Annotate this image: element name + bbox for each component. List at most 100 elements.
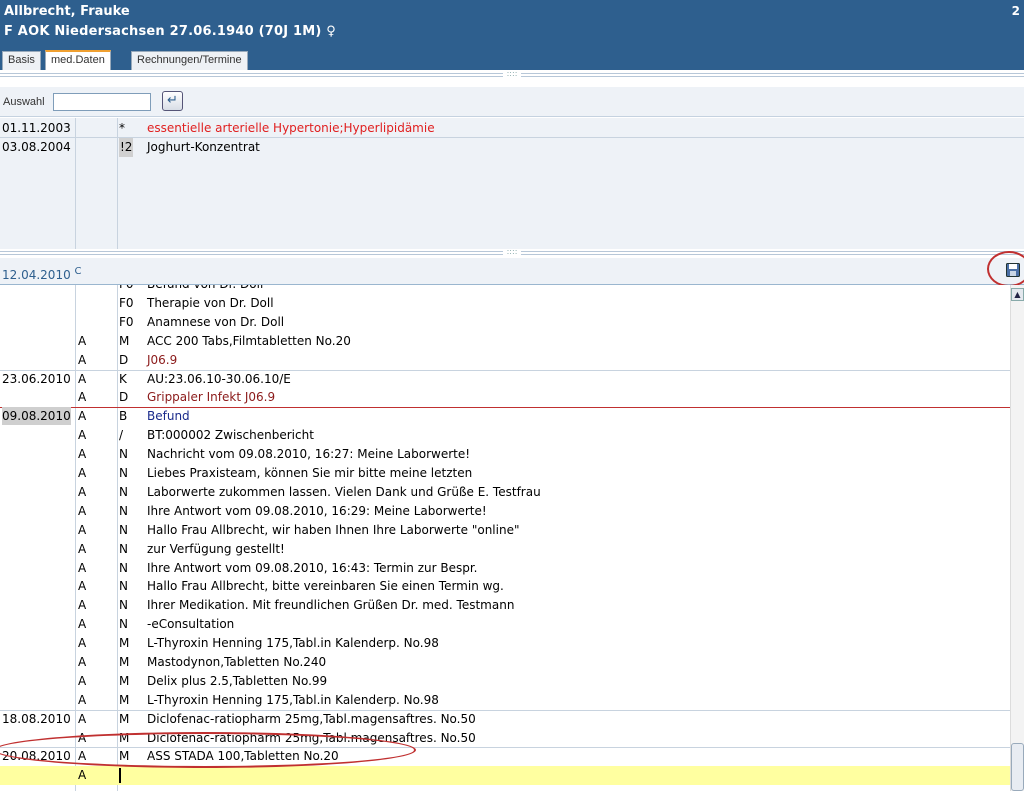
entry-text: L-Thyroxin Henning 175,Tabl.in Kalenderp… xyxy=(147,693,439,707)
entry-row[interactable]: A N -eConsultation xyxy=(0,615,1010,634)
entry-code: N xyxy=(119,504,128,518)
diagnosis-row[interactable]: 01.11.2003 * essentielle arterielle Hype… xyxy=(0,119,1024,138)
patient-name: Allbrecht, Frauke xyxy=(4,4,130,19)
entry-row[interactable]: A D Grippaler Infekt J06.9 xyxy=(0,388,1010,407)
entry-text: Hallo Frau Allbrecht, wir haben Ihnen Ih… xyxy=(147,523,520,537)
auswahl-input[interactable] xyxy=(53,93,151,111)
entry-code: M xyxy=(119,693,130,707)
entry-text: Hallo Frau Allbrecht, bitte vereinbaren … xyxy=(147,579,504,593)
entry-date: 23.06.2010 xyxy=(2,372,71,386)
entry-code: D xyxy=(119,390,129,404)
entry-status: A xyxy=(78,447,87,461)
tab-rechnungen-termine[interactable]: Rechnungen/Termine xyxy=(131,51,248,70)
enter-arrow-icon: ↵ xyxy=(167,93,178,108)
diagnosis-text: essentielle arterielle Hypertonie;Hyperl… xyxy=(147,121,435,135)
entry-code: F0 xyxy=(119,315,134,329)
entry-code: N xyxy=(119,523,128,537)
entry-row[interactable]: F0 Therapie von Dr. Doll xyxy=(0,294,1010,313)
entry-code: N xyxy=(119,579,128,593)
entry-status: A xyxy=(78,579,87,593)
entry-date: 18.08.2010 xyxy=(2,712,71,726)
entry-row[interactable]: A M L-Thyroxin Henning 175,Tabl.in Kalende… xyxy=(0,634,1010,653)
entry-row[interactable]: A / BT:000002 Zwischenbericht xyxy=(0,426,1010,445)
entry-row[interactable]: A M ACC 200 Tabs,Filmtabletten No.20 xyxy=(0,332,1010,351)
scroll-up-icon[interactable]: ▲ xyxy=(1011,288,1024,301)
entry-status: A xyxy=(78,768,87,782)
current-date-bar: 12.04.2010 C xyxy=(0,258,1024,285)
auswahl-label: Auswahl xyxy=(3,96,45,108)
enter-button[interactable]: ↵ xyxy=(162,91,183,111)
annotation-ellipse-entry xyxy=(0,732,416,768)
entry-row[interactable]: 23.06.2010 A K AU:23.06.10-30.06.10/E xyxy=(0,370,1010,389)
annotation-circle-save xyxy=(987,251,1024,287)
entry-code: N xyxy=(119,466,128,480)
splitter-middle[interactable]: :::: xyxy=(0,248,1024,257)
entry-text: -eConsultation xyxy=(147,617,235,631)
entry-row[interactable]: A N Liebes Praxisteam, können Sie mir bitt… xyxy=(0,464,1010,483)
diagnosis-date: 01.11.2003 xyxy=(2,121,71,135)
entry-status: A xyxy=(78,353,87,367)
entry-row[interactable]: A M Mastodynon,Tabletten No.240 xyxy=(0,653,1010,672)
entry-code: N xyxy=(119,485,128,499)
text-cursor xyxy=(119,768,121,783)
entry-code: / xyxy=(119,428,124,442)
grip-icon: :::: xyxy=(503,248,521,257)
entry-code: M xyxy=(119,636,130,650)
splitter-top[interactable]: :::: xyxy=(0,70,1024,79)
entry-row[interactable]: F0 Befund von Dr. Doll xyxy=(0,285,1010,294)
grip-icon: :::: xyxy=(503,70,521,79)
entry-code: F0 xyxy=(119,285,134,293)
entry-text: Ihre Antwort vom 09.08.2010, 16:43: Term… xyxy=(147,561,478,575)
entry-status: A xyxy=(78,655,87,669)
entry-status: A xyxy=(78,485,87,499)
entry-row[interactable]: A N Hallo Frau Allbrecht, bitte vereinbare… xyxy=(0,577,1010,596)
tab-basis[interactable]: Basis xyxy=(2,51,41,70)
patient-header: Allbrecht, Frauke F AOK Niedersachsen 27… xyxy=(0,0,1024,48)
entry-row[interactable]: A M Delix plus 2.5,Tabletten No.99 xyxy=(0,672,1010,691)
diagnosis-code: * xyxy=(119,121,125,135)
entry-code: M xyxy=(119,655,130,669)
entry-row[interactable]: A N Ihre Antwort vom 09.08.2010, 16:43: Te… xyxy=(0,559,1010,578)
entry-text: Befund von Dr. Doll xyxy=(147,285,263,293)
entry-code: F0 xyxy=(119,296,134,310)
entry-row[interactable]: A D J06.9 xyxy=(0,351,1010,370)
entry-row[interactable]: A M L-Thyroxin Henning 175,Tabl.in Kalende… xyxy=(0,691,1010,710)
entry-row[interactable]: F0 Anamnese von Dr. Doll xyxy=(0,313,1010,332)
entry-code: M xyxy=(119,334,130,348)
diagnosis-date: 03.08.2004 xyxy=(2,140,71,154)
entry-text: BT:000002 Zwischenbericht xyxy=(147,428,314,442)
entry-text: ACC 200 Tabs,Filmtabletten No.20 xyxy=(147,334,351,348)
diagnosis-row[interactable]: 03.08.2004 !2 Joghurt-Konzentrat xyxy=(0,138,1024,157)
entry-status: A xyxy=(78,561,87,575)
scrollbar-thumb[interactable] xyxy=(1011,743,1024,791)
entry-status: A xyxy=(78,693,87,707)
vertical-scrollbar[interactable]: ▲ xyxy=(1010,285,1024,791)
entry-row[interactable]: A Nzur Verfügung gestellt! xyxy=(0,540,1010,559)
entry-status: A xyxy=(78,466,87,480)
entry-code: N xyxy=(119,598,128,612)
entry-date: 09.08.2010 xyxy=(2,407,71,425)
entry-code: M xyxy=(119,712,130,726)
entry-row-editing[interactable]: A xyxy=(0,766,1010,785)
tab-bar: Basis med.Daten Rechnungen/Termine xyxy=(0,48,1024,70)
entry-row[interactable]: A N Ihrer Medikation. Mit freundlichen Grü… xyxy=(0,596,1010,615)
entry-row[interactable]: 18.08.2010 A M Diclofenac-ratiopharm 25mg,T… xyxy=(0,710,1010,729)
entry-row[interactable]: 09.08.2010 A B Befund xyxy=(0,407,1010,426)
entry-status: A xyxy=(78,712,87,726)
entry-row[interactable]: A N Nachricht vom 09.08.2010, 16:27: Meine… xyxy=(0,445,1010,464)
entry-row[interactable]: A N Hallo Frau Allbrecht, wir haben Ihnen … xyxy=(0,521,1010,540)
diagnoses-panel: 01.11.2003 * essentielle arterielle Hype… xyxy=(0,118,1024,249)
entry-code: N xyxy=(119,447,128,461)
entry-row[interactable]: A N Ihre Antwort vom 09.08.2010, 16:29: Me… xyxy=(0,502,1010,521)
entry-code: K xyxy=(119,372,127,386)
entries-list: F0 Befund von Dr. Doll F0 Therapie von Dr. … xyxy=(0,285,1010,791)
entry-status: A xyxy=(78,598,87,612)
entry-status: A xyxy=(78,636,87,650)
entry-text: Befund xyxy=(147,409,190,423)
entry-code: D xyxy=(119,353,129,367)
entry-status: A xyxy=(78,504,87,518)
entry-row[interactable]: A N Laborwerte zukommen lassen. Vielen Dan… xyxy=(0,483,1010,502)
tab-med-daten[interactable]: med.Daten xyxy=(45,50,111,70)
entry-code: B xyxy=(119,409,128,423)
entry-text: Liebes Praxisteam, können Sie mir bitte … xyxy=(147,466,473,480)
